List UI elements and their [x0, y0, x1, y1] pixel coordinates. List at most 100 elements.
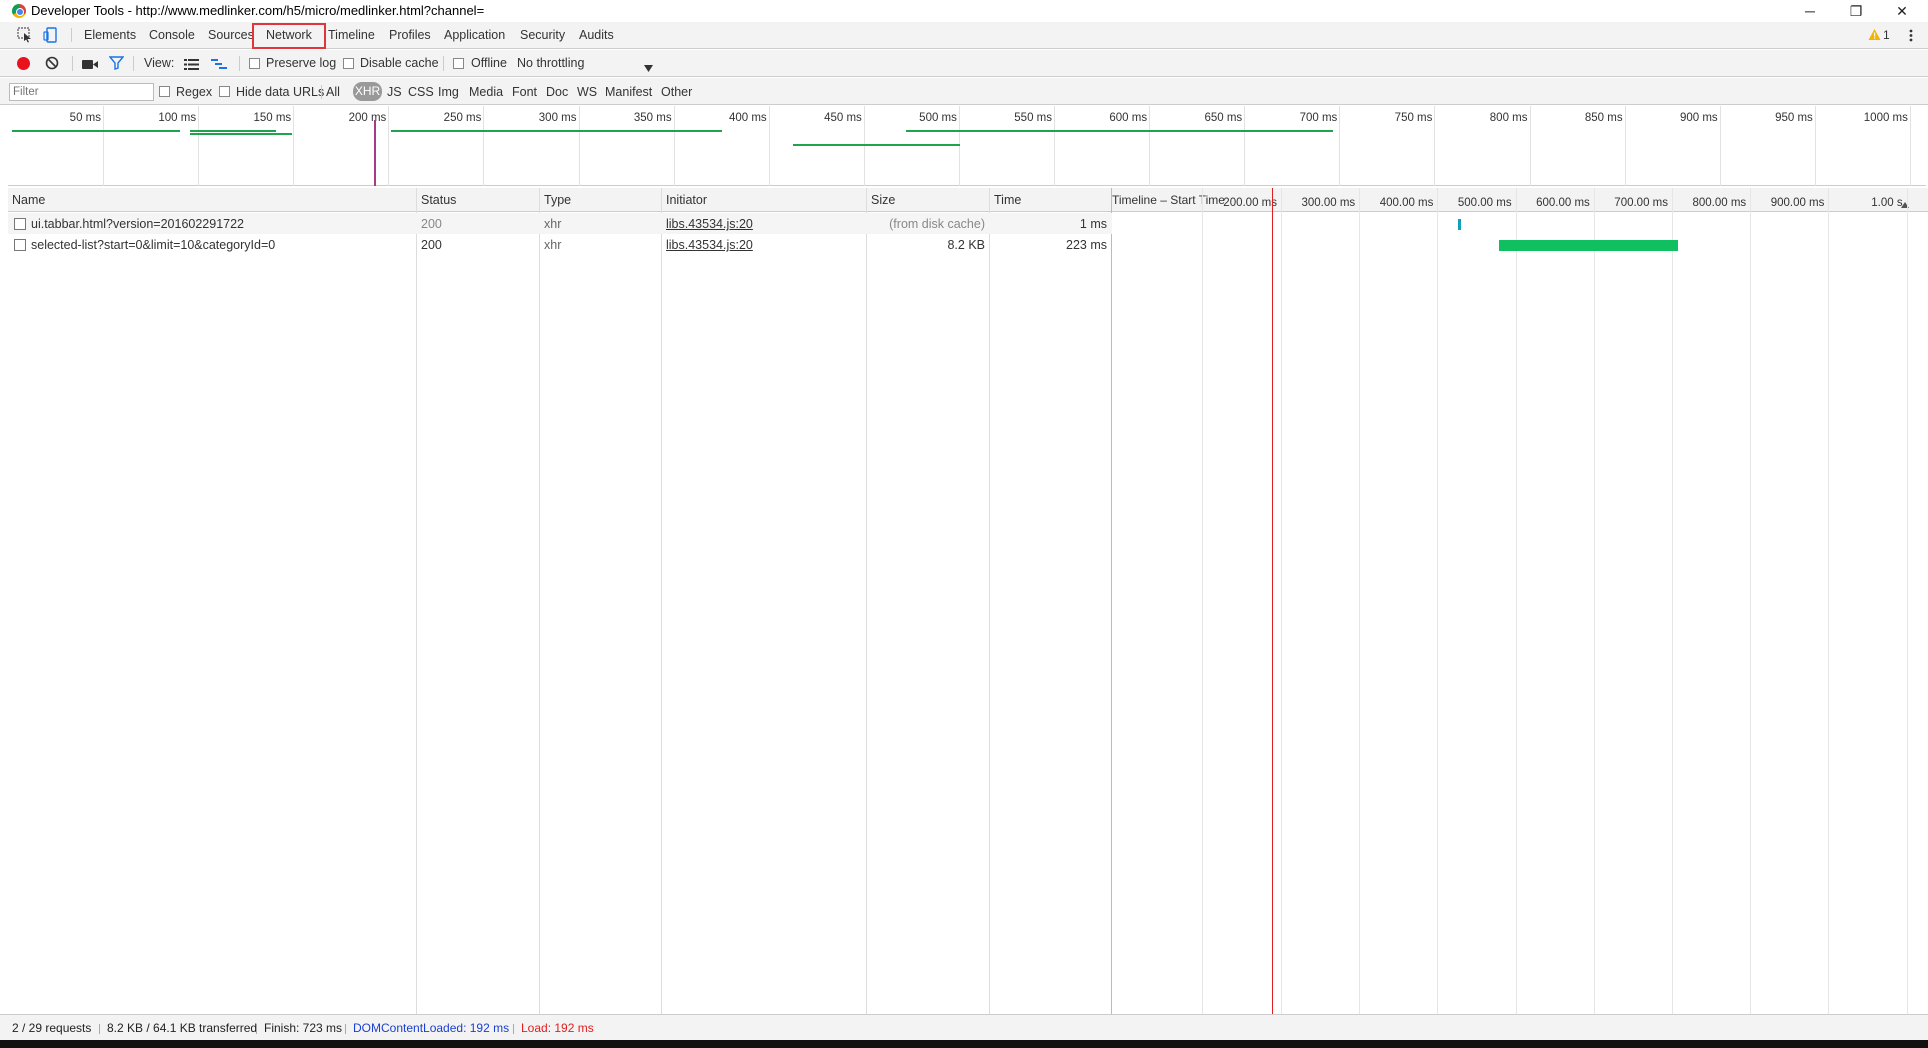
- inspect-element-icon[interactable]: [17, 27, 34, 43]
- overview-tick-label: 300 ms: [538, 112, 577, 124]
- filter-icon[interactable]: [108, 56, 125, 70]
- overview-grid-line: [1434, 106, 1436, 186]
- table-row[interactable]: ui.tabbar.html?version=201602291722 200 …: [8, 213, 1112, 234]
- column-name-header[interactable]: Name: [12, 193, 45, 207]
- waterfall-grid-line: [1750, 188, 1752, 1014]
- waterfall-bar[interactable]: [1458, 219, 1461, 230]
- row-type: xhr: [544, 238, 562, 252]
- overview-grid-line: [1149, 106, 1151, 186]
- regex-checkbox[interactable]: [159, 86, 170, 97]
- tab-network[interactable]: Network: [266, 28, 312, 42]
- sort-ascending-icon[interactable]: [1901, 196, 1909, 208]
- close-window-button[interactable]: ✕: [1879, 0, 1925, 22]
- waterfall-grid-line: [1515, 188, 1517, 1014]
- device-toolbar-icon[interactable]: [43, 27, 58, 43]
- filter-type-media[interactable]: Media: [469, 85, 503, 99]
- overview-tick-label: 200 ms: [348, 112, 387, 124]
- record-icon[interactable]: [17, 57, 30, 70]
- filter-type-all[interactable]: All: [326, 85, 340, 99]
- filter-type-manifest[interactable]: Manifest: [605, 85, 652, 99]
- status-separator: [256, 1024, 257, 1034]
- overview-tick-label: 750 ms: [1394, 112, 1433, 124]
- offline-checkbox[interactable]: [453, 58, 464, 69]
- column-time-header[interactable]: Time: [994, 193, 1021, 207]
- overview-tick-label: 250 ms: [443, 112, 482, 124]
- waterfall-bar[interactable]: [1499, 240, 1678, 251]
- filter-type-css[interactable]: CSS: [408, 85, 434, 99]
- overview-toggle-icon[interactable]: [211, 58, 227, 70]
- overview-grid-line: [1339, 106, 1341, 186]
- tab-audits[interactable]: Audits: [579, 28, 614, 42]
- waterfall-grid-line: [1359, 188, 1361, 1014]
- row-time: 223 ms: [1066, 238, 1107, 252]
- overview-grid-line: [863, 106, 865, 186]
- filter-type-doc[interactable]: Doc: [546, 85, 568, 99]
- overview-grid-line: [1909, 106, 1911, 186]
- tab-application[interactable]: Application: [444, 28, 505, 42]
- disable-cache-checkbox[interactable]: [343, 58, 354, 69]
- clear-icon[interactable]: [45, 56, 59, 70]
- filter-type-font[interactable]: Font: [512, 85, 537, 99]
- toolbar-divider: [239, 56, 240, 71]
- network-overview[interactable]: 50 ms 100 ms 150 ms 200 ms 250 ms 300 ms 350 m…: [8, 106, 1926, 186]
- overview-grid-line: [1244, 106, 1246, 186]
- column-divider: [539, 188, 540, 1014]
- warning-count[interactable]: 1: [1883, 28, 1890, 42]
- filter-input[interactable]: [9, 83, 154, 101]
- tab-timeline[interactable]: Timeline: [328, 28, 375, 42]
- waterfall-grid-line: [1593, 188, 1595, 1014]
- waterfall-tick-label: 900.00 ms: [1770, 197, 1825, 209]
- tab-sources[interactable]: Sources: [208, 28, 254, 42]
- more-options-icon[interactable]: [1908, 28, 1914, 43]
- overview-grid-line: [1054, 106, 1055, 186]
- table-row[interactable]: selected-list?start=0&limit=10&categoryI…: [8, 234, 1112, 255]
- preserve-log-checkbox[interactable]: [249, 58, 260, 69]
- row-name[interactable]: ui.tabbar.html?version=201602291722: [31, 217, 244, 231]
- taskbar-edge: [0, 1040, 1928, 1048]
- filter-type-img[interactable]: Img: [438, 85, 459, 99]
- hide-data-urls-label: Hide data URLs: [236, 85, 325, 99]
- tab-security[interactable]: Security: [520, 28, 565, 42]
- overview-grid-line: [1624, 106, 1626, 186]
- column-type-header[interactable]: Type: [544, 193, 571, 207]
- tab-elements[interactable]: Elements: [84, 28, 136, 42]
- row-initiator-link[interactable]: libs.43534.js:20: [666, 238, 753, 252]
- minimize-button[interactable]: ─: [1787, 0, 1833, 22]
- table-header: Name Status Type Initiator Size Time Tim…: [8, 188, 1928, 212]
- capture-screenshots-icon[interactable]: [82, 58, 98, 69]
- overview-grid-line: [1529, 106, 1531, 186]
- overview-tick-label: 700 ms: [1299, 112, 1338, 124]
- waterfall-tick-label: 500.00 ms: [1457, 197, 1512, 209]
- row-initiator-link[interactable]: libs.43534.js:20: [666, 217, 753, 231]
- disable-cache-label: Disable cache: [360, 56, 439, 70]
- warning-icon[interactable]: [1868, 28, 1881, 41]
- column-initiator-header[interactable]: Initiator: [666, 193, 707, 207]
- large-rows-icon[interactable]: [184, 58, 199, 70]
- overview-grid-line: [103, 106, 104, 186]
- maximize-button[interactable]: ❐: [1833, 0, 1879, 22]
- overview-activity-segment: [190, 133, 292, 135]
- filter-type-js[interactable]: JS: [387, 85, 402, 99]
- overview-grid-line: [673, 106, 675, 186]
- column-size-header[interactable]: Size: [871, 193, 895, 207]
- chevron-down-icon[interactable]: [644, 60, 653, 72]
- overview-tick-label: 850 ms: [1584, 112, 1623, 124]
- waterfall-tick-label: 200.00 ms: [1223, 197, 1277, 209]
- hide-data-urls-checkbox[interactable]: [219, 86, 230, 97]
- throttling-select[interactable]: No throttling: [517, 56, 584, 70]
- column-divider: [416, 188, 417, 1014]
- filter-type-other[interactable]: Other: [661, 85, 692, 99]
- status-separator: [99, 1024, 100, 1034]
- waterfall-tick-label: 300.00 ms: [1301, 197, 1356, 209]
- filter-type-xhr[interactable]: XHR: [353, 82, 382, 101]
- overview-tick-label: 800 ms: [1489, 112, 1528, 124]
- overview-activity-segment: [793, 144, 960, 146]
- column-status-header[interactable]: Status: [421, 193, 456, 207]
- filter-type-ws[interactable]: WS: [577, 85, 597, 99]
- filter-bar: Regex Hide data URLs All XHR JS CSS Img …: [0, 78, 1928, 105]
- tab-profiles[interactable]: Profiles: [389, 28, 431, 42]
- overview-tick-label: 650 ms: [1204, 112, 1243, 124]
- row-name[interactable]: selected-list?start=0&limit=10&categoryI…: [31, 238, 275, 252]
- preserve-log-label: Preserve log: [266, 56, 337, 70]
- tab-console[interactable]: Console: [149, 28, 195, 42]
